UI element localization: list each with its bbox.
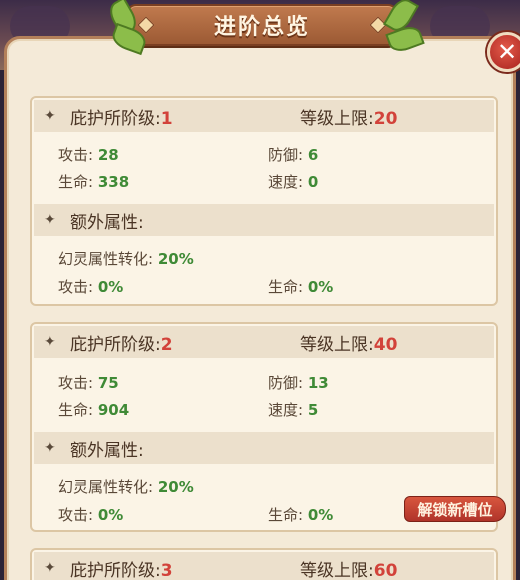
tier-header: ✦ 庇护所阶级:2 等级上限:40: [34, 326, 494, 358]
extra-attributes-label: 额外属性:: [70, 212, 144, 233]
level-cap-value: 60: [373, 560, 398, 580]
stat-speed: 速度: 5: [268, 401, 319, 419]
rank-value: 1: [160, 108, 173, 129]
level-cap-label: 等级上限:60: [300, 560, 398, 580]
title-banner: 进阶总览: [126, 4, 398, 46]
diamond-icon: ✦: [44, 440, 56, 456]
extra-attributes-label: 额外属性:: [70, 440, 144, 461]
extra-attributes-header: ✦ 额外属性:: [34, 432, 494, 464]
rank-label: 庇护所阶级:3: [70, 560, 173, 580]
gem-icon: [137, 16, 155, 34]
diamond-icon: ✦: [44, 560, 56, 576]
rank-value: 3: [160, 560, 173, 580]
level-cap-label: 等级上限:20: [300, 108, 398, 129]
close-button[interactable]: ✕: [487, 32, 520, 72]
stat-attack: 攻击: 28: [58, 146, 119, 164]
close-icon: ✕: [496, 38, 518, 66]
stat-hp: 生命: 338: [58, 173, 130, 191]
level-cap-value: 20: [373, 108, 398, 129]
rank-label: 庇护所阶级:2: [70, 334, 173, 355]
tier-card-1: ✦ 庇护所阶级:1 等级上限:20 攻击: 28 防御: 6 生命: 338 速…: [30, 96, 498, 306]
tier-card-3: ✦ 庇护所阶级:3 等级上限:60: [30, 548, 498, 580]
rank-label: 庇护所阶级:1: [70, 108, 173, 129]
level-cap-value: 40: [373, 334, 398, 355]
extra-attributes-header: ✦ 额外属性:: [34, 204, 494, 236]
stat-phantom-conversion: 幻灵属性转化: 20%: [58, 478, 194, 496]
stat-phantom-conversion: 幻灵属性转化: 20%: [58, 250, 194, 268]
stat-extra-hp: 生命: 0%: [268, 506, 334, 524]
diamond-icon: ✦: [44, 334, 56, 350]
stat-attack: 攻击: 75: [58, 374, 119, 392]
diamond-icon: ✦: [44, 108, 56, 124]
stat-speed: 速度: 0: [268, 173, 319, 191]
stat-extra-attack: 攻击: 0%: [58, 278, 124, 296]
page-title: 进阶总览: [213, 15, 310, 40]
stat-defense: 防御: 13: [268, 374, 329, 392]
rank-value: 2: [160, 334, 173, 355]
diamond-icon: ✦: [44, 212, 56, 228]
unlock-slot-button[interactable]: 解锁新槽位: [404, 496, 506, 522]
tier-header: ✦ 庇护所阶级:1 等级上限:20: [34, 100, 494, 132]
stat-defense: 防御: 6: [268, 146, 319, 164]
level-cap-label: 等级上限:40: [300, 334, 398, 355]
stat-extra-attack: 攻击: 0%: [58, 506, 124, 524]
tier-header: ✦ 庇护所阶级:3 等级上限:60: [34, 552, 494, 580]
stat-hp: 生命: 904: [58, 401, 130, 419]
stat-extra-hp: 生命: 0%: [268, 278, 334, 296]
